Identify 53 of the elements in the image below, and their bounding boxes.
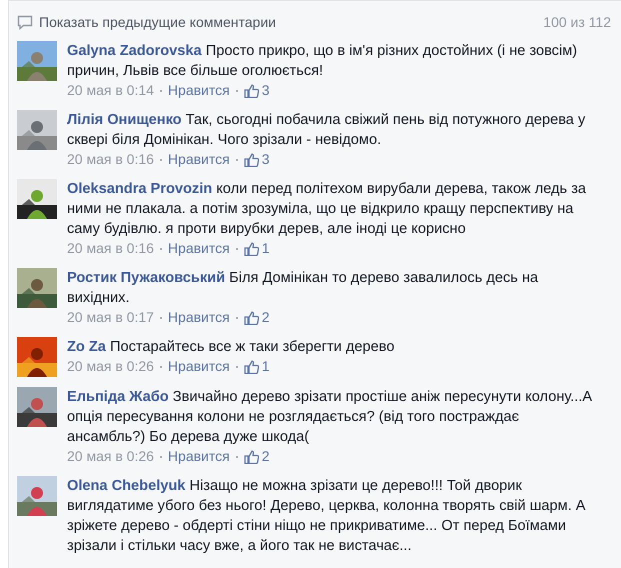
- separator-dot: [236, 316, 238, 318]
- comment-text: Galyna Zadorovska Просто прикро, що в ім'я різних достойних (і не зовсім) причин, Львів все більше оголюється!: [67, 42, 578, 81]
- separator-dot: [236, 158, 238, 160]
- comment-time: 20 мая в 0:26: [67, 357, 154, 376]
- comment-time: 20 мая в 0:14: [67, 81, 154, 100]
- like-link[interactable]: Нравится: [168, 239, 230, 258]
- separator-dot: [160, 158, 162, 160]
- comment-text: Ельпіда Жабо Звичайно дерево зрізати простіше аніж пересунути колону...А опція пересування колони не розглядається? (від того постраждає ансамбль?) Бо дерева дуже шкода(: [67, 388, 594, 447]
- thumbs-up-icon: [244, 360, 259, 374]
- author-link[interactable]: Zo Za: [67, 339, 106, 355]
- author-link[interactable]: Galyna Zadorovska: [67, 43, 202, 59]
- author-link[interactable]: Лілія Онищенко: [67, 112, 182, 128]
- separator-dot: [160, 90, 162, 92]
- like-link[interactable]: Нравится: [168, 81, 230, 100]
- author-link[interactable]: Ельпіда Жабо: [67, 389, 169, 405]
- comment-text: Ростик Пужаковський Біля Домінікан то дерево завалилось десь на вихідних.: [67, 269, 540, 308]
- like-link[interactable]: Нравится: [168, 357, 230, 376]
- thumbs-up-icon: [244, 84, 259, 98]
- comment-time: 20 мая в 0:17: [67, 308, 154, 327]
- separator-dot: [236, 248, 238, 250]
- thumbs-up-icon: [244, 310, 259, 324]
- separator-dot: [236, 90, 238, 92]
- comment-text: Zo Za Постарайтесь все ж таки зберегти дерево: [67, 338, 396, 357]
- comment-time: 20 мая в 0:16: [67, 150, 154, 169]
- author-link[interactable]: Olena Chebelyuk: [67, 478, 186, 494]
- like-count: 3: [262, 81, 270, 100]
- like-count: 1: [262, 357, 270, 376]
- like-count: 1: [262, 239, 270, 258]
- speech-bubble-icon: [17, 14, 33, 30]
- thumbs-up-icon: [244, 152, 259, 166]
- thumbs-up-icon: [244, 450, 259, 464]
- comment-text: Olena Chebelyuk Нізащо не можна зрізати це дерево!!! Той дворик виглядатиме убого без нього! Дерево, церква, колонна творять свій шарм. А зріжете дерево - обдерті стіни ніщо не прикриватиме... От перед Боїмами зрізали і стільки часу вже, а його так не вистачає...: [67, 477, 587, 556]
- like-count: 2: [262, 308, 270, 327]
- like-count: 3: [262, 150, 270, 169]
- comment-time: 20 мая в 0:26: [67, 447, 154, 466]
- author-link[interactable]: Oleksandra Provozin: [67, 181, 212, 197]
- like-link[interactable]: Нравится: [168, 308, 230, 327]
- separator-dot: [160, 248, 162, 250]
- thumbs-up-icon: [244, 242, 259, 256]
- author-link[interactable]: Ростик Пужаковський: [67, 270, 226, 286]
- comment-text: Oleksandra Provozin коли перед політехом вирубали дерева, також ледь за ними не плакала. а потім зрозуміла, що це відкрило кращу перспективу на саму будівлю. я проти вирубки дерев, але іноді це корисно: [67, 180, 588, 239]
- like-link[interactable]: Нравится: [168, 150, 230, 169]
- separator-dot: [236, 366, 238, 368]
- separator-dot: [160, 316, 162, 318]
- separator-dot: [160, 456, 162, 458]
- show-previous-comments-link[interactable]: Показать предыдущие комментарии: [17, 14, 276, 30]
- comment-text: Лілія Онищенко Так, сьогодні побачила свіжий пень від потужного дерева у сквері біля Домінікан. Чого зрізали - невідомо.: [67, 111, 586, 150]
- like-count: 2: [262, 447, 270, 466]
- separator-dot: [160, 366, 162, 368]
- comment-time: 20 мая в 0:16: [67, 239, 154, 258]
- separator-dot: [236, 456, 238, 458]
- like-link[interactable]: Нравится: [168, 447, 230, 466]
- comment-count: 100 из 112: [543, 14, 611, 30]
